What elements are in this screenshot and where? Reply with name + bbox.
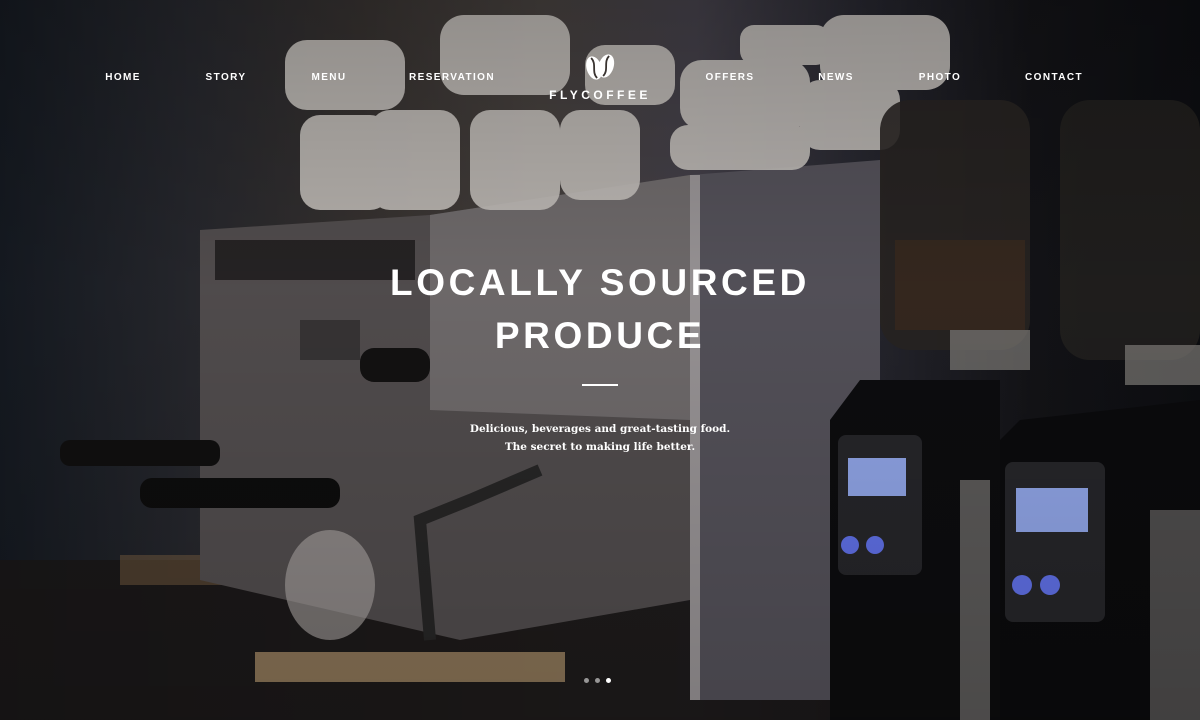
nav-photo-link[interactable]: PHOTO — [919, 72, 961, 83]
hero-tagline-line1: Delicious, beverages and great-tasting f… — [469, 423, 731, 435]
headline-divider — [582, 384, 618, 386]
hero-headline: LOCALLY SOURCED PRODUCE — [0, 256, 1200, 362]
hero-headline-line2: PRODUCE — [494, 315, 706, 356]
brand-name: FLYCOFFEE — [549, 88, 651, 102]
nav-contact-link[interactable]: CONTACT — [1025, 72, 1083, 83]
slider-dot-2[interactable] — [595, 678, 600, 683]
hero-headline-line1: LOCALLY SOURCED — [390, 262, 810, 303]
slider-pagination — [584, 678, 611, 683]
hero-tagline-line2: The secret to making life better. — [504, 441, 696, 453]
nav-news-link[interactable]: NEWS — [818, 72, 854, 83]
nav-home-link[interactable]: HOME — [105, 72, 141, 83]
nav-story-link[interactable]: STORY — [206, 72, 247, 83]
nav-menu-link[interactable]: MENU — [311, 72, 346, 83]
brand-logo[interactable]: FLYCOFFEE — [549, 50, 651, 102]
coffee-beans-icon — [585, 54, 615, 80]
hero-tagline: Delicious, beverages and great-tasting f… — [0, 420, 1200, 456]
hero-section: HOME STORY MENU RESERVATION OFFERS NEWS … — [0, 0, 1200, 720]
nav-reservation-link[interactable]: RESERVATION — [409, 72, 495, 83]
nav-offers-link[interactable]: OFFERS — [706, 72, 755, 83]
slider-dot-1[interactable] — [584, 678, 589, 683]
slider-dot-3[interactable] — [606, 678, 611, 683]
